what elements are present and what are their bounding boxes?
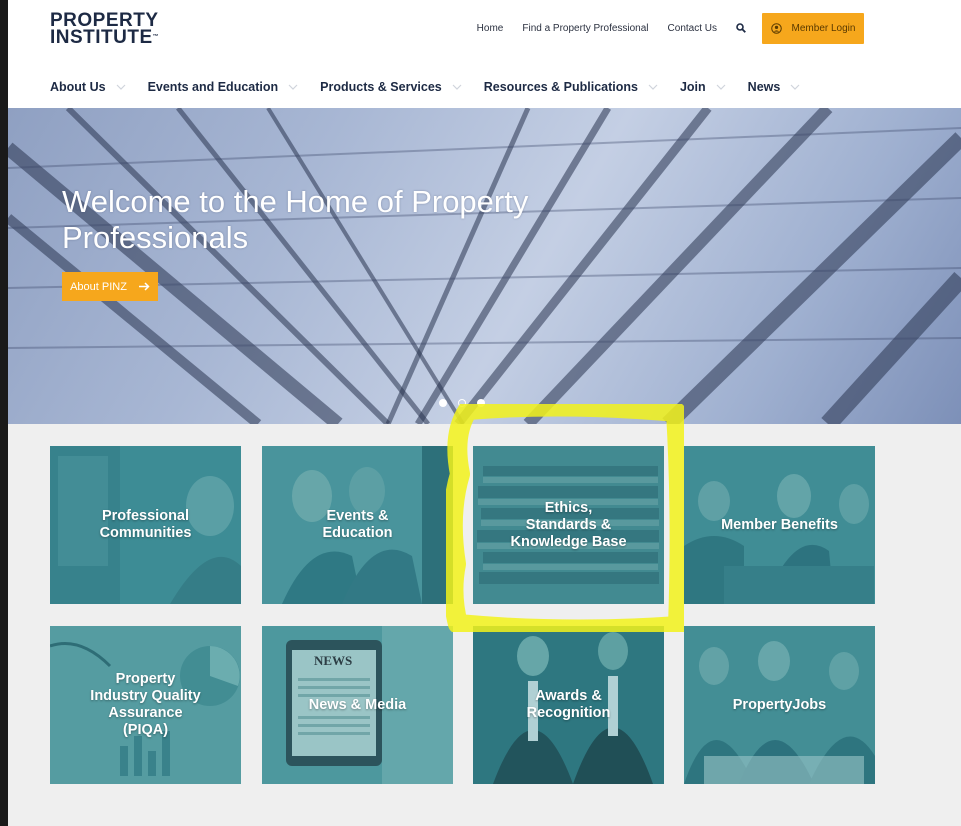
hero-carousel: Welcome to the Home of Property Professi… <box>8 108 961 424</box>
chevron-down-icon <box>452 84 462 90</box>
tile-label: Professional Communities <box>99 508 192 541</box>
top-link-find-professional[interactable]: Find a Property Professional <box>522 23 648 34</box>
about-pinz-label: About PINZ <box>70 280 127 293</box>
logo-line-2: INSTITUTE <box>50 27 153 48</box>
tile-member-benefits[interactable]: Member Benefits <box>684 446 875 604</box>
nav-events-education-label: Events and Education <box>147 80 279 94</box>
hero-background-image <box>8 108 961 424</box>
news-sign: NEWS <box>314 653 353 668</box>
tile-piqa[interactable]: Property Industry Quality Assurance (PIQ… <box>50 626 241 784</box>
top-link-home[interactable]: Home <box>477 23 504 34</box>
tile-label: Property Industry Quality Assurance (PIQ… <box>90 671 201 738</box>
nav-products-services-label: Products & Services <box>320 80 442 94</box>
nav-events-education[interactable]: Events and Education <box>148 80 299 94</box>
nav-join-label: Join <box>679 80 706 94</box>
chevron-down-icon <box>716 84 726 90</box>
nav-resources-publications[interactable]: Resources & Publications <box>484 80 658 94</box>
chevron-down-icon <box>648 84 658 90</box>
tile-label: Events & Education <box>322 508 393 541</box>
site-header: PROPERTY INSTITUTE™ Home Find a Property… <box>8 0 961 108</box>
about-pinz-button[interactable]: About PINZ <box>62 272 158 301</box>
nav-about-us[interactable]: About Us <box>50 80 126 94</box>
arrow-right-icon <box>138 282 150 291</box>
nav-resources-publications-label: Resources & Publications <box>483 80 638 94</box>
tile-label: PropertyJobs <box>732 696 827 713</box>
top-utility-nav: Home Find a Property Professional Contac… <box>477 12 961 44</box>
search-icon[interactable] <box>736 23 746 33</box>
member-login-button[interactable]: Member Login <box>762 12 864 44</box>
tile-awards-recognition[interactable]: Awards & Recognition <box>473 626 664 784</box>
nav-products-services[interactable]: Products & Services <box>320 80 462 94</box>
tile-label: Member Benefits <box>721 516 838 533</box>
highlight-annotation <box>446 404 684 632</box>
tile-property-jobs[interactable]: PropertyJobs <box>684 626 875 784</box>
tile-label: Awards & Recognition <box>526 688 611 721</box>
chevron-down-icon <box>116 84 126 90</box>
nav-news[interactable]: News <box>748 80 801 94</box>
tile-professional-communities[interactable]: Professional Communities <box>50 446 241 604</box>
member-login-label: Member Login <box>791 22 856 34</box>
top-link-contact[interactable]: Contact Us <box>668 23 717 34</box>
nav-news-label: News <box>747 80 781 94</box>
nav-about-us-label: About Us <box>50 80 106 94</box>
tile-news-media[interactable]: NEWS News & Media <box>262 626 453 784</box>
tile-events-education[interactable]: Events & Education <box>262 446 453 604</box>
user-circle-icon <box>770 22 782 34</box>
hero-title: Welcome to the Home of Property Professi… <box>62 184 529 255</box>
nav-join[interactable]: Join <box>680 80 726 94</box>
logo-trademark: ™ <box>152 34 160 40</box>
chevron-down-icon <box>288 84 298 90</box>
chevron-down-icon <box>790 84 800 90</box>
page: PROPERTY INSTITUTE™ Home Find a Property… <box>8 0 961 826</box>
site-logo[interactable]: PROPERTY INSTITUTE™ <box>50 11 160 48</box>
tile-label: News & Media <box>308 696 407 713</box>
main-nav: About Us Events and Education Products &… <box>50 80 822 94</box>
